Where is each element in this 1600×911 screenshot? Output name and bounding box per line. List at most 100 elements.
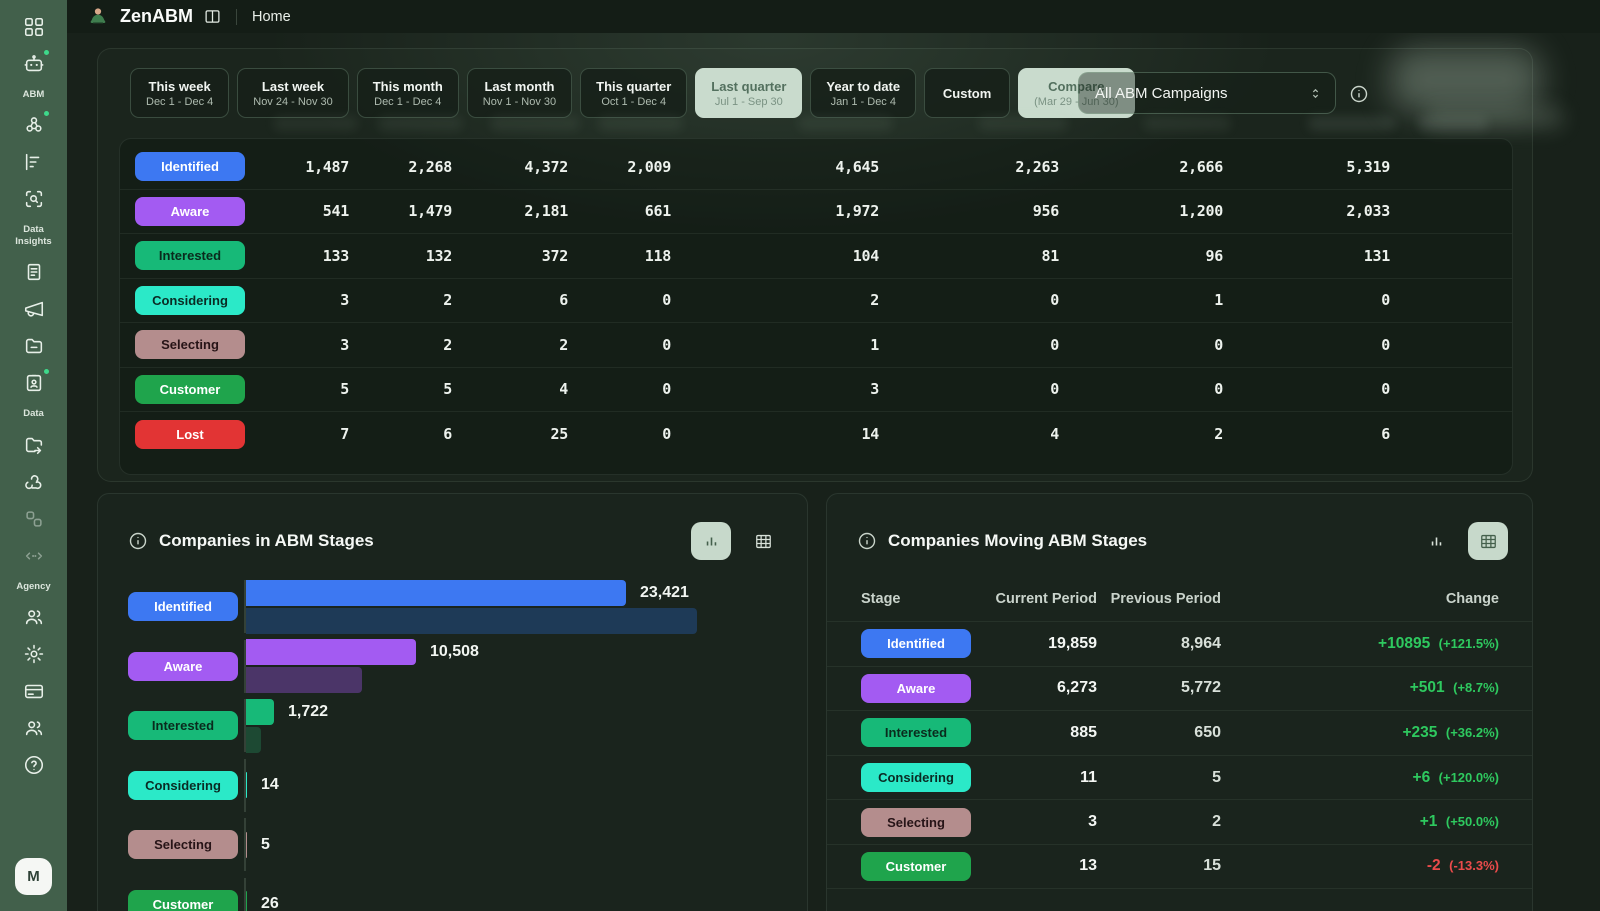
campaign-info-icon[interactable] [1348,83,1370,105]
megaphone-icon[interactable] [21,297,47,321]
chart-view-button[interactable] [1416,522,1456,560]
stage-badge[interactable]: Selecting [135,330,245,359]
current-period-bar[interactable] [246,772,247,798]
bars: 14 [244,759,807,812]
folder-export-icon[interactable] [21,433,47,457]
id-badge-icon[interactable] [21,371,47,395]
top-header: ZenABM Home [67,0,1600,33]
stage-badge[interactable]: Interested [135,241,245,270]
credit-card-icon[interactable] [21,679,47,703]
chart-bar-group: Customer 26 [98,878,807,911]
stage-badge[interactable]: Lost [135,420,245,449]
value-cell: 25 [452,425,568,443]
robot-icon[interactable] [21,52,47,76]
stage-badge[interactable]: Customer [128,890,238,911]
sidebar-toggle-icon[interactable] [204,8,221,25]
current-period-bar[interactable] [246,639,416,665]
current-period-bar[interactable] [246,891,247,911]
stage-badge[interactable]: Considering [861,763,971,792]
stage-badge[interactable]: Aware [861,674,971,703]
stage-badge[interactable]: Identified [128,592,238,621]
chip-label: This week [146,79,213,94]
value-cell: 0 [568,291,671,309]
value-cell: 131 [1223,247,1390,265]
scan-search-icon[interactable] [21,187,47,211]
value-cell: 0 [1059,336,1223,354]
table-view-button[interactable] [1468,522,1508,560]
stage-badge[interactable]: Aware [135,197,245,226]
date-range-chip[interactable]: This week Dec 1 - Dec 4 [130,68,229,118]
current-period-bar[interactable] [246,832,247,858]
stage-badge[interactable]: Selecting [128,830,238,859]
settings-gear-icon[interactable] [21,642,47,666]
cluster-icon[interactable] [21,113,47,137]
comparison-period-bar[interactable] [246,667,362,693]
comparison-period-bar[interactable] [246,727,261,753]
value-cell: 2,666 [1059,158,1223,176]
overview-panel: This week Dec 1 - Dec 4 Last week Nov 24… [97,48,1533,482]
bar-value-label: 5 [261,836,270,854]
previous-period-value: 15 [1097,857,1221,875]
webhook-icon[interactable] [21,470,47,494]
table-view-button[interactable] [743,522,783,560]
team-users-icon[interactable] [21,716,47,740]
nav-home-link[interactable]: Home [252,9,291,25]
stage-badge[interactable]: Interested [128,711,238,740]
value-cell: 14 [671,425,879,443]
value-cell: 104 [671,247,879,265]
help-circle-icon[interactable] [21,753,47,777]
dashboard-grid-icon[interactable] [21,15,47,39]
date-range-chip[interactable]: Last month Nov 1 - Nov 30 [467,68,572,118]
bar-value-label: 23,421 [640,584,689,602]
change-percent: (+36.2%) [1446,725,1499,740]
stage-badge[interactable]: Selecting [861,808,971,837]
change-delta: +1 [1420,813,1438,830]
nodes-icon[interactable] [21,507,47,531]
chart-bar-group: Interested 1,722 [98,699,807,752]
date-range-chip[interactable]: Year to date Jan 1 - Dec 4 [810,68,916,118]
code-icon[interactable] [21,544,47,568]
chip-date-range: Nov 1 - Nov 30 [483,96,556,108]
stage-badge[interactable]: Interested [861,718,971,747]
value-cell: 5,319 [1223,158,1390,176]
value-cell: 0 [879,291,1059,309]
chart-rows-icon[interactable] [21,150,47,174]
date-range-chip[interactable]: This month Dec 1 - Dec 4 [357,68,459,118]
change-value: +501 (+8.7%) [1221,679,1499,697]
value-cell: 0 [879,380,1059,398]
redacted-column-header [1143,116,1231,131]
chip-date-range: Oct 1 - Dec 4 [596,96,671,108]
date-range-chip[interactable]: This quarter Oct 1 - Dec 4 [580,68,687,118]
redacted-column-header [978,116,1068,131]
info-icon[interactable] [857,531,877,551]
user-avatar[interactable]: M [15,858,52,895]
bars: 10,508 [244,640,807,693]
value-cell: 2,033 [1223,202,1390,220]
sidebar-section-label: ABM [23,89,45,100]
report-icon[interactable] [21,260,47,284]
chip-date-range: Jul 1 - Sep 30 [711,96,786,108]
stage-badge[interactable]: Customer [135,375,245,404]
date-range-chip[interactable]: Last week Nov 24 - Nov 30 [237,68,348,118]
current-period-bar[interactable] [246,580,626,606]
date-range-chip[interactable]: Last quarter Jul 1 - Sep 30 [695,68,802,118]
users-icon[interactable] [21,605,47,629]
folder-icon[interactable] [21,334,47,358]
campaign-select[interactable]: All ABM Campaigns [1078,72,1336,114]
value-cell: 2 [349,291,452,309]
change-percent: (+8.7%) [1453,680,1499,695]
current-period-bar[interactable] [246,699,274,725]
stage-badge[interactable]: Considering [128,771,238,800]
chart-view-button[interactable] [691,522,731,560]
redacted-column-header [798,116,893,131]
stage-badge[interactable]: Aware [128,652,238,681]
stage-badge[interactable]: Considering [135,286,245,315]
comparison-period-bar[interactable] [246,608,697,634]
stage-badge[interactable]: Customer [861,852,971,881]
date-range-chips: This week Dec 1 - Dec 4 Last week Nov 24… [130,68,1135,118]
stage-badge[interactable]: Identified [861,629,971,658]
stage-badge[interactable]: Identified [135,152,245,181]
date-range-chip[interactable]: Custom [924,68,1010,118]
view-toggle [1416,522,1508,560]
info-icon[interactable] [128,531,148,551]
